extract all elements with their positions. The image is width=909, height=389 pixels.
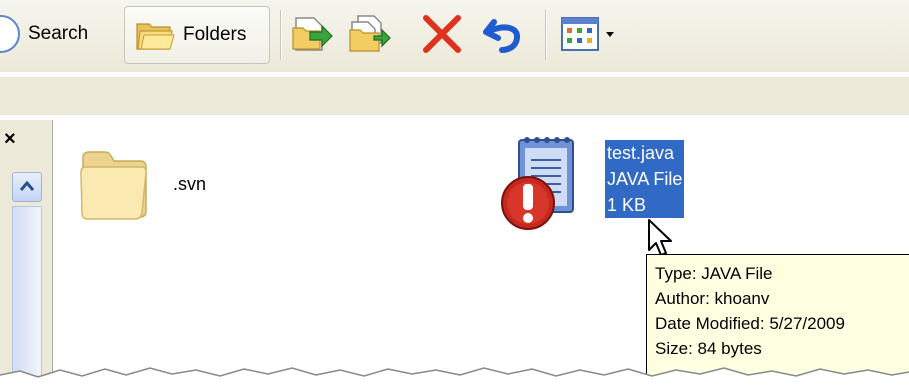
explorer-window: Search Folders × .svn test.java JAVA Fil… bbox=[0, 0, 909, 389]
folders-label: Folders bbox=[183, 24, 247, 45]
scroll-up-button[interactable] bbox=[12, 172, 42, 202]
views-icon[interactable] bbox=[560, 14, 624, 54]
toolbar: Search Folders bbox=[0, 0, 909, 73]
search-icon bbox=[0, 15, 20, 53]
item-type: JAVA File bbox=[607, 169, 683, 189]
address-field[interactable] bbox=[0, 76, 909, 115]
tooltip-type: Type: JAVA File bbox=[655, 264, 773, 283]
folder-icon bbox=[80, 151, 147, 220]
tooltip-author: Author: khoanv bbox=[655, 289, 770, 308]
folders-button[interactable]: Folders bbox=[124, 6, 270, 64]
chevron-down-icon bbox=[606, 32, 614, 37]
close-icon[interactable]: × bbox=[4, 128, 16, 151]
copy-to-icon[interactable] bbox=[348, 14, 392, 54]
folders-pane: × bbox=[0, 120, 53, 389]
folders-icon bbox=[136, 23, 175, 50]
toolbar-separator bbox=[545, 10, 546, 60]
chevron-up-icon bbox=[19, 180, 35, 191]
selected-item-label: test.java JAVA File 1 KB bbox=[603, 139, 686, 219]
address-bar bbox=[0, 72, 909, 121]
move-to-icon[interactable] bbox=[290, 14, 334, 54]
delete-icon[interactable] bbox=[420, 14, 464, 54]
tooltip-date-modified: Date Modified: 5/27/2009 bbox=[655, 314, 845, 333]
undo-icon[interactable] bbox=[482, 14, 526, 54]
search-label: Search bbox=[28, 23, 89, 44]
item-size: 1 KB bbox=[607, 195, 647, 215]
item-name: test.java bbox=[607, 143, 675, 163]
toolbar-separator bbox=[280, 10, 281, 60]
item-name: .svn bbox=[173, 174, 207, 194]
svn-conflict-icon bbox=[501, 176, 555, 230]
search-button[interactable]: Search bbox=[0, 8, 88, 60]
torn-edge bbox=[0, 367, 909, 389]
